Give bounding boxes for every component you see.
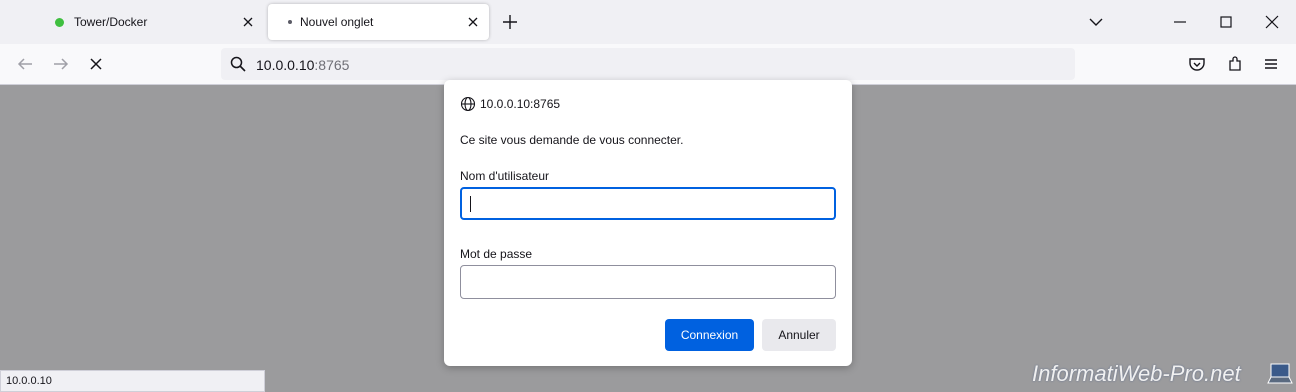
url-host: 10.0.0.10 <box>256 57 315 73</box>
maximize-icon[interactable] <box>1216 12 1236 32</box>
close-tab-icon[interactable] <box>465 14 481 30</box>
watermark-laptop-logo-icon <box>1267 363 1293 384</box>
pocket-icon[interactable] <box>1186 53 1208 75</box>
close-tab-icon[interactable] <box>240 14 256 30</box>
password-label: Mot de passe <box>460 247 533 261</box>
close-window-icon[interactable] <box>1262 12 1282 32</box>
globe-icon <box>460 96 476 112</box>
dialog-message: Ce site vous demande de vous connecter. <box>460 133 684 147</box>
tab-tower-docker[interactable]: Tower/Docker <box>40 4 264 40</box>
login-button[interactable]: Connexion <box>665 319 754 351</box>
tab-status-dot <box>55 17 64 27</box>
dialog-origin: 10.0.0.10:8765 <box>460 96 560 112</box>
tab-strip: Tower/Docker Nouvel onglet <box>0 0 1296 44</box>
minimize-icon[interactable] <box>1170 12 1190 32</box>
hamburger-menu-icon[interactable] <box>1260 53 1282 75</box>
extensions-puzzle-icon[interactable] <box>1224 53 1246 75</box>
arrow-right-icon[interactable] <box>50 53 72 75</box>
tab-loading-dot <box>288 20 292 24</box>
cancel-button[interactable]: Annuler <box>762 319 836 351</box>
status-bar: 10.0.0.10 <box>0 370 265 392</box>
watermark-text: InformatiWeb-Pro.net <box>1032 361 1241 386</box>
url-port: :8765 <box>314 57 350 73</box>
new-tab-plus-icon[interactable] <box>500 12 520 32</box>
username-label: Nom d'utilisateur <box>460 169 549 183</box>
list-all-tabs-chevron-icon[interactable] <box>1086 12 1106 32</box>
stop-loading-icon[interactable] <box>85 53 107 75</box>
url-text[interactable]: 10.0.0.10:8765 <box>256 57 349 73</box>
tab-label: Tower/Docker <box>74 15 148 29</box>
navigation-toolbar: 10.0.0.10:8765 <box>0 44 1296 85</box>
url-bar[interactable]: 10.0.0.10:8765 <box>221 48 1075 80</box>
username-input[interactable] <box>460 187 836 220</box>
search-icon <box>230 56 246 72</box>
password-input[interactable] <box>460 265 836 299</box>
text-caret <box>470 196 471 212</box>
origin-text: 10.0.0.10:8765 <box>480 97 561 111</box>
tab-new-tab[interactable]: Nouvel onglet <box>268 4 489 40</box>
auth-dialog: 10.0.0.10:8765 Ce site vous demande de v… <box>444 80 852 366</box>
arrow-left-icon[interactable] <box>14 53 36 75</box>
tab-label: Nouvel onglet <box>300 15 374 29</box>
